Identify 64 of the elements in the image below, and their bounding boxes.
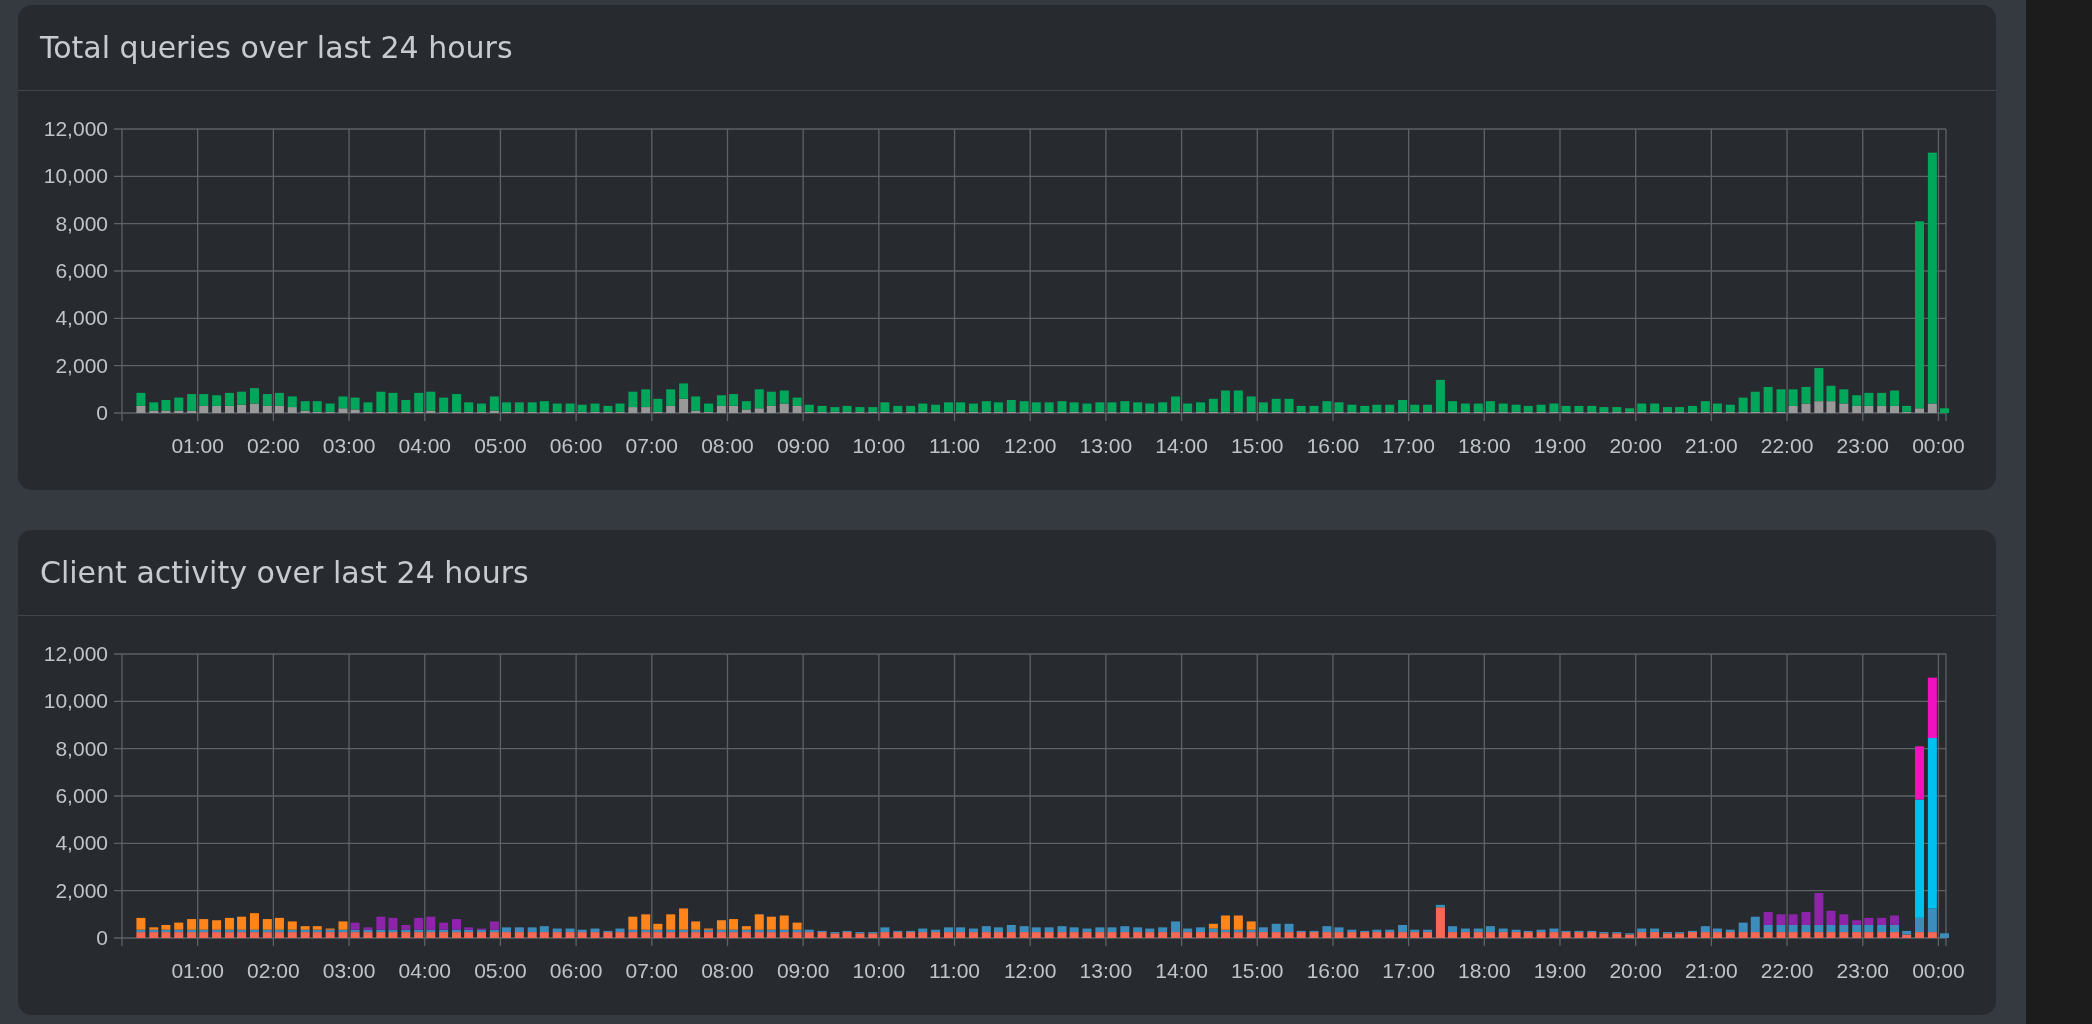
x-axis-label: 15:00 <box>1231 434 1284 457</box>
card-title: Total queries over last 24 hours <box>40 30 513 65</box>
x-axis-label: 12:00 <box>1003 959 1057 982</box>
y-axis-label: 10,000 <box>43 164 108 188</box>
y-axis-label: 6,000 <box>55 784 108 807</box>
x-axis-label: 06:00 <box>549 434 603 457</box>
x-axis-label: 23:00 <box>1836 959 1890 982</box>
x-axis-label: 05:00 <box>474 434 527 457</box>
y-axis-label: 2,000 <box>55 353 108 377</box>
x-axis-label: 18:00 <box>1458 959 1511 982</box>
x-axis-label: 15:00 <box>1231 959 1284 982</box>
x-axis-label: 04:00 <box>398 434 451 457</box>
y-axis-label: 2,000 <box>55 878 108 902</box>
x-axis-label: 07:00 <box>625 434 679 457</box>
x-axis-label: 16:00 <box>1306 959 1360 982</box>
x-axis-label: 02:00 <box>247 959 300 982</box>
y-axis-label: 12,000 <box>43 117 108 140</box>
card-title: Client activity over last 24 hours <box>40 555 529 590</box>
x-axis-label: 09:00 <box>776 959 830 982</box>
x-axis-label: 23:00 <box>1836 434 1890 457</box>
x-axis-label: 05:00 <box>474 959 527 982</box>
y-axis-label: 4,000 <box>55 831 108 855</box>
y-axis-label: 12,000 <box>43 642 108 665</box>
y-axis-label: 10,000 <box>43 689 108 713</box>
x-axis-label: 12:00 <box>1003 434 1057 457</box>
x-axis-label: 11:00 <box>929 434 981 457</box>
x-axis-label: 19:00 <box>1533 959 1587 982</box>
x-axis-label: 10:00 <box>852 434 906 457</box>
x-axis-label: 07:00 <box>625 959 679 982</box>
x-axis-label: 02:00 <box>247 434 300 457</box>
y-axis-label: 0 <box>96 401 108 424</box>
x-axis-label: 03:00 <box>322 434 376 457</box>
x-axis-label: 13:00 <box>1079 959 1133 982</box>
x-axis-label: 17:00 <box>1382 959 1435 982</box>
y-axis-label: 8,000 <box>55 211 108 235</box>
y-axis-label: 4,000 <box>55 306 108 330</box>
x-axis-label: 19:00 <box>1533 434 1587 457</box>
x-axis-label: 08:00 <box>701 959 754 982</box>
x-axis-label: 00:00 <box>1912 959 1965 982</box>
x-axis-label: 21:00 <box>1685 434 1738 457</box>
y-axis-label: 0 <box>96 926 108 949</box>
x-axis-label: 22:00 <box>1760 959 1814 982</box>
x-axis-label: 10:00 <box>852 959 906 982</box>
y-axis-label: 6,000 <box>55 259 108 282</box>
x-axis-label: 22:00 <box>1760 434 1814 457</box>
x-axis-label: 01:00 <box>171 959 224 982</box>
x-axis-label: 00:00 <box>1912 434 1965 457</box>
x-axis-label: 09:00 <box>776 434 830 457</box>
x-axis-label: 20:00 <box>1609 434 1662 457</box>
x-axis-label: 06:00 <box>549 959 603 982</box>
x-axis-label: 11:00 <box>929 959 981 982</box>
x-axis-label: 14:00 <box>1155 959 1208 982</box>
x-axis-label: 14:00 <box>1155 434 1208 457</box>
x-axis-label: 13:00 <box>1079 434 1133 457</box>
x-axis-label: 03:00 <box>322 959 376 982</box>
y-axis-label: 8,000 <box>55 736 108 760</box>
x-axis-label: 08:00 <box>701 434 754 457</box>
x-axis-label: 04:00 <box>398 959 451 982</box>
x-axis-label: 18:00 <box>1458 434 1511 457</box>
x-axis-label: 16:00 <box>1306 434 1360 457</box>
x-axis-label: 20:00 <box>1609 959 1662 982</box>
x-axis-label: 01:00 <box>171 434 224 457</box>
x-axis-label: 21:00 <box>1685 959 1738 982</box>
x-axis-label: 17:00 <box>1382 434 1435 457</box>
